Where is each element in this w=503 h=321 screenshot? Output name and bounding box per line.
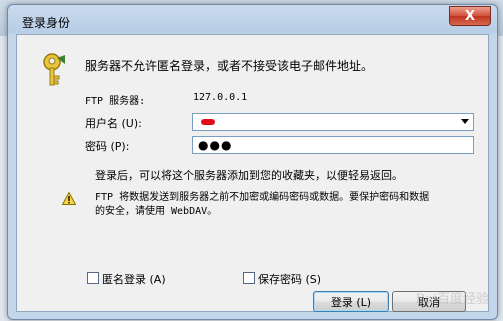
dialog-body: 服务器不允许匿名登录，或者不接受该电子邮件地址。 FTP 服务器: 127.0.… (16, 34, 489, 312)
warning-text-line1: FTP 将数据发送到服务器之前不加密或编码密码或数据。要保护密码和数据 (95, 192, 430, 203)
password-field[interactable]: ●●● (192, 136, 474, 154)
dialog-title: 登录身份 (22, 16, 71, 30)
password-value: ●●● (198, 138, 233, 152)
save-password-checkbox[interactable] (243, 272, 255, 284)
anonymous-login-checkbox[interactable] (87, 272, 99, 284)
close-button[interactable]: X (449, 6, 491, 26)
anonymous-login-label[interactable]: 匿名登录 (A) (102, 271, 166, 287)
warning-text-line2: 的安全，请使用 WebDAV。 (95, 206, 218, 217)
login-dialog: 登录身份 X 服务器不允许匿名登录，或者不接受该电子邮件地址。 FTP 服务器:… (7, 4, 498, 320)
close-icon: X (464, 8, 476, 24)
server-value: 127.0.0.1 (193, 92, 248, 103)
key-icon (41, 52, 69, 91)
username-label: 用户名 (U): (85, 117, 142, 130)
server-label: FTP 服务器: (85, 96, 146, 107)
watermark: Bai百度经验 (415, 292, 489, 307)
login-button-label: 登录 (L) (330, 295, 372, 309)
chevron-down-icon[interactable] (461, 119, 469, 124)
warning-icon (61, 191, 77, 208)
login-button[interactable]: 登录 (L) (313, 291, 389, 312)
password-label: 密码 (P): (85, 140, 130, 153)
save-password-label[interactable]: 保存密码 (S) (258, 271, 321, 287)
username-redaction (201, 119, 215, 125)
intro-text: 服务器不允许匿名登录，或者不接受该电子邮件地址。 (85, 59, 374, 73)
save-note-text: 登录后，可以将这个服务器添加到您的收藏夹，以便轻易返回。 (95, 169, 403, 182)
username-field[interactable] (192, 113, 474, 131)
